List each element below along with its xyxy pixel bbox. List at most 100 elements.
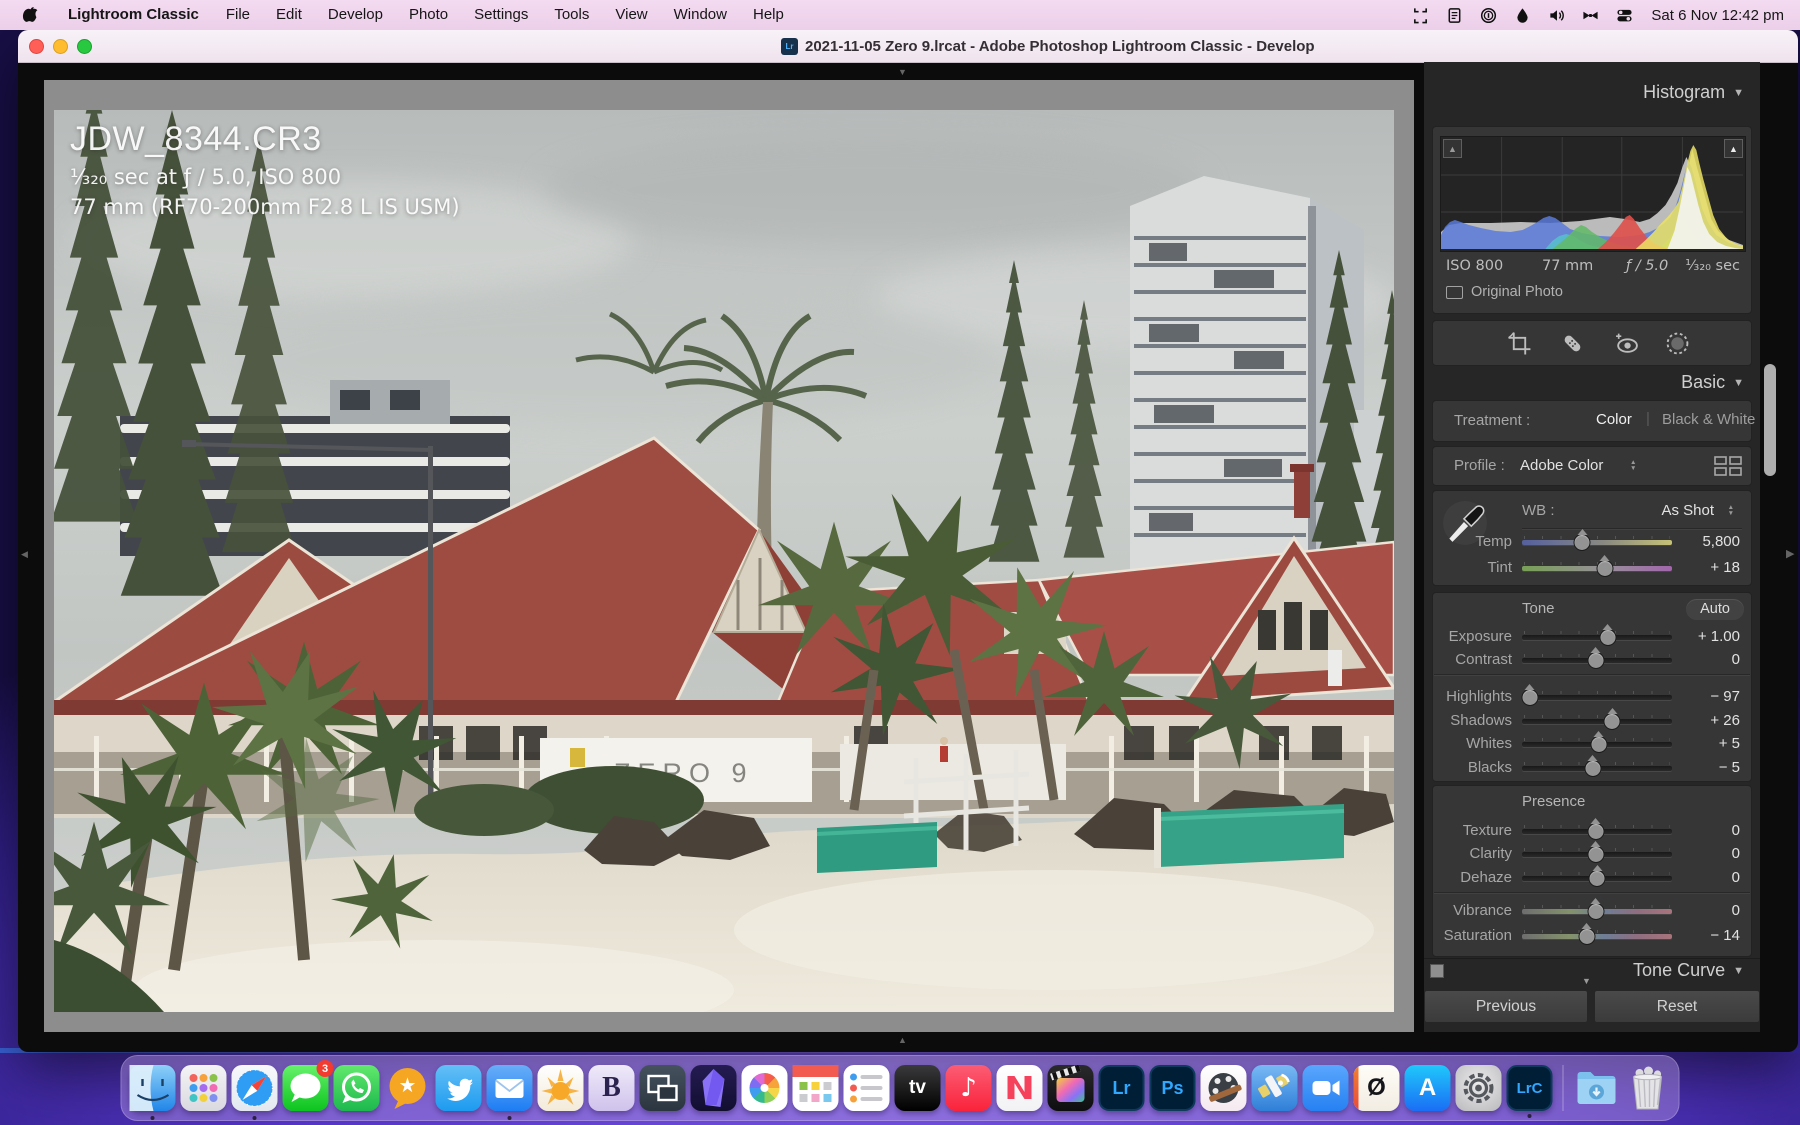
shadows-slider[interactable] (1522, 719, 1672, 724)
menu-app-name[interactable]: Lightroom Classic (54, 0, 213, 30)
one-password-icon[interactable] (1473, 4, 1503, 26)
dock-downloads-icon[interactable] (1574, 1065, 1620, 1111)
shadows-slider-value[interactable]: + 26 (1656, 712, 1740, 729)
temp-slider-knob[interactable] (1574, 534, 1591, 551)
dock-palette-app-icon[interactable] (1201, 1065, 1247, 1111)
dehaze-slider[interactable] (1522, 876, 1672, 881)
dock-news-icon[interactable] (997, 1065, 1043, 1111)
vibrance-slider[interactable] (1522, 909, 1672, 914)
dock-mail-icon[interactable] (487, 1065, 533, 1111)
texture-slider-value[interactable]: 0 (1656, 822, 1740, 839)
exposure-slider-value[interactable]: + 1.00 (1656, 628, 1740, 645)
treatment-color-option[interactable]: Color (1596, 411, 1632, 428)
wb-dropdown-arrows[interactable] (1728, 505, 1734, 517)
dock-photoshop-icon[interactable]: Ps (1150, 1065, 1196, 1111)
dock-lightroom-icon[interactable]: Lr (1099, 1065, 1145, 1111)
dock-trash-icon[interactable] (1625, 1065, 1671, 1111)
dock-music-icon[interactable]: ♪ (946, 1065, 992, 1111)
saturation-slider[interactable] (1522, 934, 1672, 939)
title-bar[interactable]: Lr 2021-11-05 Zero 9.lrcat - Adobe Photo… (18, 30, 1798, 63)
whites-slider-knob[interactable] (1590, 736, 1607, 753)
wb-value[interactable]: As Shot (1661, 502, 1714, 519)
clarity-slider-value[interactable]: 0 (1656, 845, 1740, 862)
dock-app-store-icon[interactable]: A (1405, 1065, 1451, 1111)
treatment-bw-option[interactable]: Black & White (1662, 411, 1755, 428)
dock-zero-app-icon[interactable]: Ø (1354, 1065, 1400, 1111)
profile-value[interactable]: Adobe Color (1520, 457, 1603, 474)
dock-final-cut-pro-icon[interactable] (1048, 1065, 1094, 1111)
display-arrows-icon[interactable] (1405, 4, 1435, 26)
dock-photos-icon[interactable] (742, 1065, 788, 1111)
dock-apple-tv-icon[interactable]: tv (895, 1065, 941, 1111)
menu-help[interactable]: Help (740, 0, 797, 30)
auto-button[interactable]: Auto (1686, 599, 1744, 620)
basic-header[interactable]: Basic▼ (1681, 372, 1744, 393)
tint-slider[interactable] (1522, 566, 1672, 571)
texture-slider-knob[interactable] (1587, 823, 1604, 840)
top-panel-collapse-arrow[interactable]: ▼ (898, 68, 907, 77)
volume-icon[interactable] (1541, 4, 1571, 26)
panel-resize-caret[interactable]: ▼ (1582, 976, 1591, 986)
dock-obsidian-icon[interactable] (691, 1065, 737, 1111)
dock-twitter-icon[interactable] (436, 1065, 482, 1111)
contrast-slider-knob[interactable] (1587, 652, 1604, 669)
menu-edit[interactable]: Edit (263, 0, 315, 30)
profile-dropdown-arrows[interactable] (1630, 460, 1636, 472)
shadows-slider-knob[interactable] (1604, 713, 1621, 730)
right-panel-collapse-arrow[interactable]: ▶ (1786, 550, 1794, 559)
highlights-slider-knob[interactable] (1521, 689, 1538, 706)
clarity-slider[interactable] (1522, 852, 1672, 857)
dock-calendar-icon[interactable] (793, 1065, 839, 1111)
whites-slider[interactable] (1522, 742, 1672, 747)
ink-drop-icon[interactable] (1507, 4, 1537, 26)
left-panel-collapse-arrow[interactable]: ◀ (21, 550, 28, 559)
panel-scrollbar[interactable] (1764, 364, 1776, 476)
dock-star-chat-icon[interactable]: ★ (385, 1065, 431, 1111)
masking-tool-icon[interactable] (1662, 328, 1692, 358)
menu-develop[interactable]: Develop (315, 0, 396, 30)
dock-messages-icon[interactable]: 3 (283, 1065, 329, 1111)
apple-menu-icon[interactable] (22, 6, 40, 24)
crop-tool-icon[interactable] (1504, 328, 1534, 358)
zoom-button[interactable] (77, 39, 92, 54)
minimize-button[interactable] (53, 39, 68, 54)
vibrance-slider-knob[interactable] (1587, 903, 1604, 920)
filmstrip-collapse-arrow[interactable]: ▲ (898, 1036, 907, 1045)
dock-finder-icon[interactable] (130, 1065, 176, 1111)
contrast-slider[interactable] (1522, 658, 1672, 663)
menu-file[interactable]: File (213, 0, 263, 30)
vibrance-slider-value[interactable]: 0 (1656, 902, 1740, 919)
histogram-header[interactable]: Histogram▼ (1643, 82, 1744, 103)
dock-reminders-icon[interactable] (844, 1065, 890, 1111)
menu-clock[interactable]: Sat 6 Nov 12:42 pm (1651, 7, 1784, 24)
exposure-slider-knob[interactable] (1599, 629, 1616, 646)
highlights-slider[interactable] (1522, 695, 1672, 700)
dehaze-slider-value[interactable]: 0 (1656, 869, 1740, 886)
healing-tool-icon[interactable] (1557, 328, 1587, 358)
dock-zoom-icon[interactable] (1303, 1065, 1349, 1111)
saturation-slider-knob[interactable] (1578, 928, 1595, 945)
dock-whatsapp-icon[interactable] (334, 1065, 380, 1111)
dock-bear-icon[interactable]: B (589, 1065, 635, 1111)
dock-sun-journal-icon[interactable] (538, 1065, 584, 1111)
previous-button[interactable]: Previous (1424, 990, 1588, 1023)
control-center-icon[interactable] (1609, 4, 1639, 26)
exposure-slider[interactable] (1522, 635, 1672, 640)
whites-slider-value[interactable]: + 5 (1656, 735, 1740, 752)
blacks-slider-value[interactable]: − 5 (1656, 759, 1740, 776)
clarity-slider-knob[interactable] (1587, 846, 1604, 863)
menu-settings[interactable]: Settings (461, 0, 541, 30)
dehaze-slider-knob[interactable] (1589, 870, 1606, 887)
menu-window[interactable]: Window (661, 0, 740, 30)
blacks-slider-knob[interactable] (1584, 760, 1601, 777)
bowtie-icon[interactable] (1575, 4, 1605, 26)
dock-lightroom-classic-icon[interactable]: LrC (1507, 1065, 1553, 1111)
menu-view[interactable]: View (602, 0, 660, 30)
dock-satellite-app-icon[interactable] (1252, 1065, 1298, 1111)
menu-photo[interactable]: Photo (396, 0, 461, 30)
tint-slider-knob[interactable] (1596, 560, 1613, 577)
dock-screen-mirroring-icon[interactable] (640, 1065, 686, 1111)
notes-icon[interactable] (1439, 4, 1469, 26)
original-photo-checkbox[interactable] (1446, 286, 1463, 299)
profile-browser-icon[interactable] (1714, 456, 1742, 476)
